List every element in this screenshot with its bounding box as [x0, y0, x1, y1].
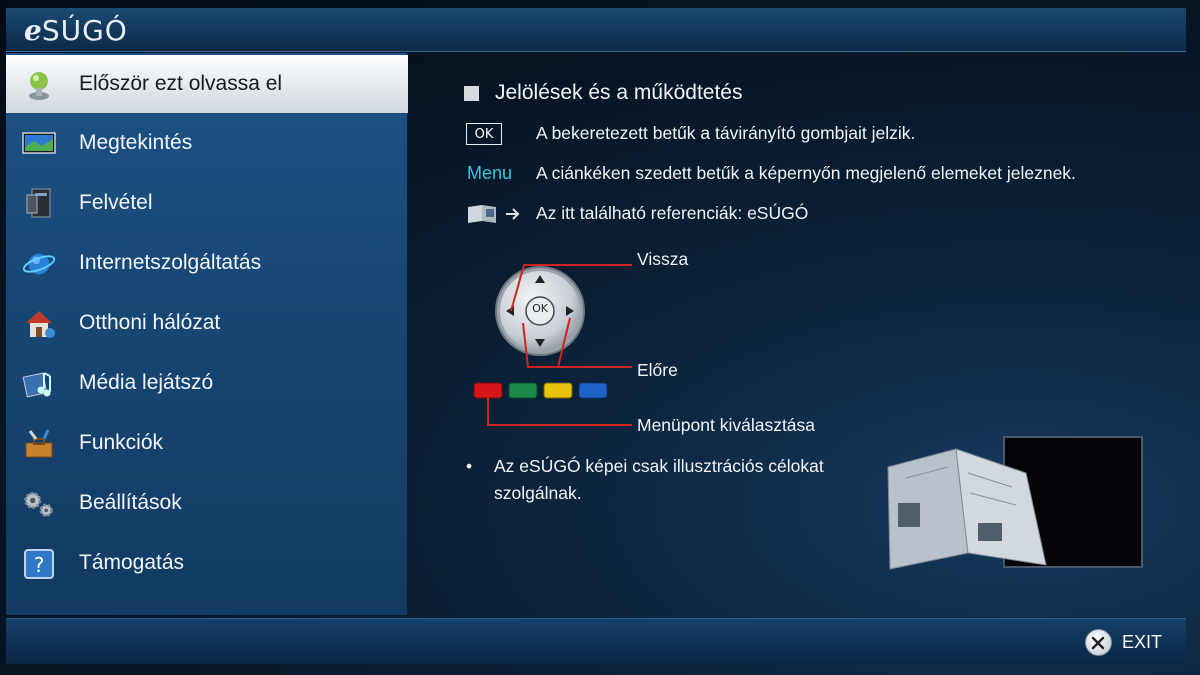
info-person-icon: [22, 68, 56, 102]
sidebar-item-label: Internetszolgáltatás: [79, 251, 262, 274]
gears-icon: [22, 487, 56, 521]
sidebar-item-media-player[interactable]: Média lejátszó: [6, 354, 408, 412]
bottom-bar: EXIT: [6, 618, 1186, 664]
callout-select: Menüpont kiválasztása: [637, 415, 816, 435]
sidebar-item-label: Otthoni hálózat: [79, 311, 221, 334]
sidebar-item-viewing[interactable]: Megtekintés: [6, 114, 408, 172]
sidebar-item-read-first[interactable]: Először ezt olvassa el: [6, 55, 408, 113]
sidebar-item-label: Funkciók: [79, 431, 164, 454]
globe-icon: [22, 247, 56, 281]
sidebar-item-support[interactable]: ? Támogatás: [6, 534, 408, 592]
exit-button[interactable]: EXIT: [1084, 629, 1162, 656]
title-bar: eSÚGÓ: [6, 8, 1186, 52]
callout-forward: Előre: [637, 360, 678, 380]
esugo-window: eSÚGÓ Először ezt olvassa el Megtekintés…: [0, 0, 1200, 675]
logo-rest: SÚGÓ: [41, 14, 128, 47]
book-illustration: [887, 436, 1143, 570]
sidebar-item-home-network[interactable]: Otthoni hálózat: [6, 294, 408, 352]
bullet-dot: •: [466, 456, 473, 476]
sidebar-item-internet[interactable]: Internetszolgáltatás: [6, 234, 408, 292]
remote-ok-label: OK: [532, 302, 548, 315]
sidebar-item-label: Felvétel: [79, 191, 153, 214]
sidebar-item-recording[interactable]: Felvétel: [6, 174, 408, 232]
content-panel: Jelölések és a működtetés OK A bekeretez…: [408, 53, 1186, 615]
svg-text:?: ?: [34, 553, 45, 577]
sidebar: Először ezt olvassa el Megtekintés Felvé…: [6, 53, 408, 615]
sidebar-item-label: Megtekintés: [79, 131, 193, 154]
bullet-text: Az eSÚGÓ képei csak illusztrációs céloka…: [494, 456, 824, 503]
exit-label: EXIT: [1121, 632, 1162, 652]
toolbox-icon: [22, 427, 56, 461]
recorder-icon: [22, 187, 56, 221]
sidebar-item-settings[interactable]: Beállítások: [6, 474, 408, 532]
sidebar-item-label: Beállítások: [79, 491, 182, 514]
logo-e: e: [24, 14, 42, 47]
esugo-logo: eSÚGÓ: [24, 14, 128, 47]
question-icon: ?: [22, 547, 56, 581]
close-x-icon: [1084, 629, 1112, 656]
remote-diagram: [473, 264, 1143, 570]
media-player-icon: [22, 367, 56, 401]
sidebar-item-label: Média lejátszó: [79, 371, 214, 394]
callout-back: Vissza: [637, 249, 689, 269]
sidebar-item-functions[interactable]: Funkciók: [6, 414, 408, 472]
home-network-icon: [22, 307, 56, 341]
sidebar-item-label: Támogatás: [79, 551, 185, 574]
sidebar-item-label: Először ezt olvassa el: [79, 72, 283, 95]
tv-screen-icon: [22, 127, 56, 161]
